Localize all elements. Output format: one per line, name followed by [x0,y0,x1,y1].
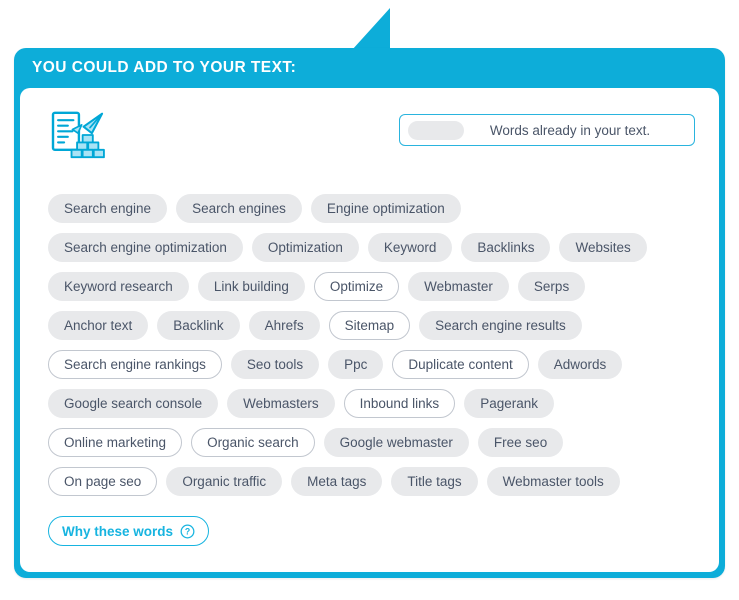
tag-row: Online marketing Organic search Google web… [48,428,699,457]
word-tag[interactable]: Search engine optimization [48,233,243,262]
why-row: Why these words ? [40,506,699,546]
word-tag[interactable]: Webmaster tools [486,467,620,496]
word-tag[interactable]: Google search console [48,389,219,418]
legend-swatch [408,120,464,140]
tag-row: Search engine rankings Seo tools Ppc Duplic… [48,350,699,379]
word-tag[interactable]: Ahrefs [248,311,320,340]
word-tag[interactable]: Organic search [191,428,315,457]
speech-bubble-tail [352,8,390,50]
word-tag[interactable]: Backlink [157,311,240,340]
word-tag[interactable]: Keyword research [48,272,189,301]
word-tag[interactable]: Engine optimization [310,194,461,223]
tag-row: Google search console Webmasters Inbound l… [48,389,699,418]
legend-words-already-used: Words already in your text. [399,114,695,146]
card-top-row: Words already in your text. [40,106,699,172]
word-tag[interactable]: Websites [559,233,647,262]
word-tag[interactable]: Webmasters [227,389,335,418]
why-these-words-label: Why these words [62,523,174,539]
word-tag[interactable]: Title tags [391,467,478,496]
word-tag[interactable]: On page seo [48,467,158,496]
word-tag[interactable]: Seo tools [230,350,320,379]
question-circle-icon: ? [180,524,195,539]
word-tag[interactable]: Optimize [313,272,400,301]
card-body: Words already in your text. Search engin… [20,88,719,572]
word-tag[interactable]: Backlinks [461,233,551,262]
word-tag[interactable]: Anchor text [48,311,149,340]
tag-row: Keyword research Link building Optimize Web… [48,272,699,301]
svg-text:?: ? [185,526,190,536]
suggestion-card: YOU COULD ADD TO YOUR TEXT: Words alread… [14,48,725,578]
word-tag[interactable]: Meta tags [291,467,383,496]
word-tag[interactable]: Sitemap [328,311,411,340]
tag-row: Search engine Search engines Engine optimi… [48,194,699,223]
tag-row: Search engine optimization Optimization Ke… [48,233,699,262]
card-header: YOU COULD ADD TO YOUR TEXT: [14,48,725,88]
word-tag[interactable]: Optimization [251,233,359,262]
word-tag[interactable]: Duplicate content [392,350,529,379]
page-title: YOU COULD ADD TO YOUR TEXT: [32,59,297,76]
word-tag[interactable]: Adwords [537,350,623,379]
tag-row: Anchor text Backlink Ahrefs Sitemap Search e… [48,311,699,340]
word-tag[interactable]: Google webmaster [323,428,469,457]
word-tag[interactable]: Webmaster [408,272,509,301]
tag-row: On page seo Organic traffic Meta tags Title… [48,467,699,496]
word-tag[interactable]: Online marketing [48,428,183,457]
word-tag[interactable]: Keyword [367,233,453,262]
document-blocks-icon [51,111,105,159]
word-tag[interactable]: Search engine rankings [48,350,222,379]
word-tag[interactable]: Ppc [328,350,384,379]
word-tag[interactable]: Search engines [176,194,302,223]
word-tag[interactable]: Inbound links [343,389,456,418]
word-tag[interactable]: Pagerank [464,389,554,418]
word-tag[interactable]: Free seo [477,428,564,457]
word-tag[interactable]: Search engine results [419,311,582,340]
legend-label: Words already in your text. [489,122,651,138]
suggested-words-list: Search engine Search engines Engine optimi… [40,172,699,496]
word-tag[interactable]: Search engine [48,194,168,223]
word-tag[interactable]: Serps [517,272,586,301]
screen: YOU COULD ADD TO YOUR TEXT: Words alread… [0,0,739,600]
why-these-words-button[interactable]: Why these words ? [48,516,210,546]
word-tag[interactable]: Organic traffic [166,467,283,496]
word-tag[interactable]: Link building [197,272,305,301]
